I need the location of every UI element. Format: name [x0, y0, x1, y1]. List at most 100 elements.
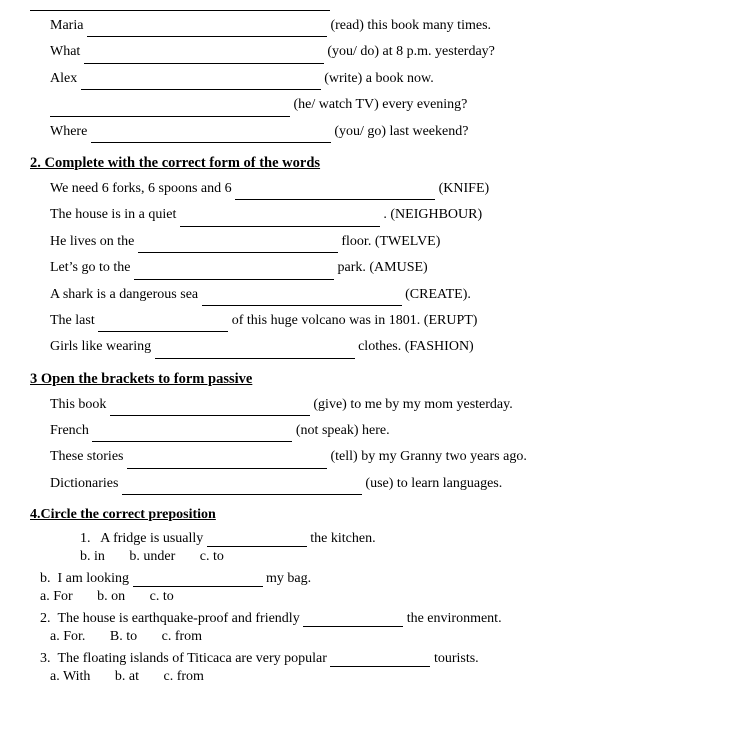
options-2: a. For. B. to c. from [30, 629, 720, 645]
item-suffix: (KNIFE) [439, 181, 490, 196]
item-prefix: A shark is a dangerous sea [50, 287, 202, 302]
list-item: We need 6 forks, 6 spoons and 6 (KNIFE) [50, 178, 720, 200]
list-item: He lives on the floor. (TWELVE) [50, 231, 720, 253]
item-suffix: (tell) by my Granny two years ago. [330, 449, 526, 464]
item-suffix: (read) this book many times. [330, 18, 491, 33]
answer-blank[interactable] [92, 426, 292, 442]
options-b: a. For b. on c. to [30, 589, 720, 605]
item-suffix: (he/ watch TV) every evening? [294, 97, 468, 112]
answer-blank[interactable] [202, 290, 402, 306]
answer-blank[interactable] [81, 74, 321, 90]
list-item: These stories (tell) by my Granny two ye… [50, 446, 720, 468]
item-prefix: The last [50, 313, 98, 328]
item-num: 3. The floating islands of Titicaca are … [40, 651, 330, 666]
item-suffix: . (NEIGHBOUR) [383, 207, 482, 222]
answer-blank[interactable] [87, 21, 327, 37]
item-prefix: Where [50, 124, 91, 139]
answer-blank[interactable] [91, 127, 331, 143]
option-c-to[interactable]: c. to [200, 549, 224, 564]
item-suffix: of this huge volcano was in 1801. (ERUPT… [232, 313, 478, 328]
item-suffix: floor. (TWELVE) [341, 234, 440, 249]
answer-blank[interactable] [138, 237, 338, 253]
item-prefix: We need 6 forks, 6 spoons and 6 [50, 181, 235, 196]
item-prefix: Dictionaries [50, 476, 122, 491]
item-suffix: tourists. [434, 651, 479, 666]
answer-blank[interactable] [207, 531, 307, 547]
item-num: 1. A fridge is usually [80, 531, 207, 546]
answer-blank[interactable] [155, 343, 355, 359]
answer-blank[interactable] [110, 400, 310, 416]
item-prefix: Alex [50, 71, 81, 86]
item-suffix: (give) to me by my mom yesterday. [313, 397, 512, 412]
item-prefix: What [50, 44, 84, 59]
option-c-to-2[interactable]: c. to [150, 589, 174, 604]
list-item: Maria (read) this book many times. [50, 15, 720, 37]
item-suffix: clothes. (FASHION) [358, 339, 474, 354]
list-item: Girls like wearing clothes. (FASHION) [50, 336, 720, 358]
item-prefix: These stories [50, 449, 127, 464]
item-suffix: (not speak) here. [296, 423, 390, 438]
section3-title: 3 Open the brackets to form passive [30, 371, 720, 388]
item-prefix: Girls like wearing [50, 339, 155, 354]
item-suffix: (CREATE). [405, 287, 471, 302]
item-prefix: He lives on the [50, 234, 138, 249]
list-item: Let’s go to the park. (AMUSE) [50, 257, 720, 279]
section2: 2. Complete with the correct form of the… [30, 155, 720, 359]
list-item: French (not speak) here. [50, 420, 720, 442]
answer-blank[interactable] [133, 571, 263, 587]
option-b-under[interactable]: b. under [129, 549, 175, 564]
list-item: Alex (write) a book now. [50, 68, 720, 90]
option-c-from[interactable]: c. from [162, 629, 202, 644]
answer-blank[interactable] [303, 611, 403, 627]
option-c-from-3[interactable]: c. from [164, 669, 204, 684]
section3: 3 Open the brackets to form passive This… [30, 371, 720, 496]
answer-blank[interactable] [50, 101, 290, 117]
answer-blank[interactable] [330, 651, 430, 667]
list-item: The last of this huge volcano was in 180… [50, 310, 720, 332]
list-item: A shark is a dangerous sea (CREATE). [50, 284, 720, 306]
answer-blank[interactable] [127, 453, 327, 469]
item-suffix: (you/ go) last weekend? [334, 124, 468, 139]
item-suffix: my bag. [266, 571, 311, 586]
list-item: Dictionaries (use) to learn languages. [50, 473, 720, 495]
item-prefix: Let’s go to the [50, 260, 134, 275]
option-b-on[interactable]: b. on [97, 589, 125, 604]
item-suffix: park. (AMUSE) [338, 260, 428, 275]
option-B-to[interactable]: B. to [110, 629, 137, 644]
option-a-for-2[interactable]: a. For. [50, 629, 85, 644]
item-suffix: (write) a book now. [324, 71, 434, 86]
item-label: b. I am looking [40, 571, 129, 586]
section4-title: 4.Circle the correct preposition [30, 507, 216, 522]
section2-title: 2. Complete with the correct form of the… [30, 155, 720, 172]
option-a-with[interactable]: a. With [50, 669, 90, 684]
item-prefix: This book [50, 397, 110, 412]
answer-blank[interactable] [84, 48, 324, 64]
list-item: This book (give) to me by my mom yesterd… [50, 394, 720, 416]
answer-blank[interactable] [235, 184, 435, 200]
list-item: What (you/ do) at 8 p.m. yesterday? [50, 41, 720, 63]
answer-blank[interactable] [134, 264, 334, 280]
answer-blank[interactable] [180, 211, 380, 227]
item-suffix: (you/ do) at 8 p.m. yesterday? [327, 44, 495, 59]
option-a-for-1[interactable]: a. For [40, 589, 73, 604]
option-b-in[interactable]: b. in [80, 549, 105, 564]
option-b-at[interactable]: b. at [115, 669, 139, 684]
preposition-item-b: b. I am looking my bag. [30, 571, 720, 587]
list-item: The house is in a quiet . (NEIGHBOUR) [50, 204, 720, 226]
item-prefix: The house is in a quiet [50, 207, 180, 222]
preposition-item-1: 1. A fridge is usually the kitchen. [30, 531, 720, 547]
options-1: b. in b. under c. to [30, 549, 720, 565]
section1: Maria (read) this book many times. What … [30, 15, 720, 143]
options-3: a. With b. at c. from [30, 669, 720, 685]
list-item: Where (you/ go) last weekend? [50, 121, 720, 143]
answer-blank[interactable] [122, 479, 362, 495]
preposition-item-2: 2. The house is earthquake-proof and fri… [30, 611, 720, 627]
item-suffix: the kitchen. [310, 531, 375, 546]
item-suffix: the environment. [407, 611, 502, 626]
section4: 4.Circle the correct preposition 1. A fr… [30, 507, 720, 685]
answer-blank[interactable] [98, 316, 228, 332]
item-num: 2. The house is earthquake-proof and fri… [40, 611, 303, 626]
list-item: (he/ watch TV) every evening? [50, 94, 720, 116]
item-prefix: Maria [50, 18, 87, 33]
worksheet: Maria (read) this book many times. What … [30, 10, 720, 685]
